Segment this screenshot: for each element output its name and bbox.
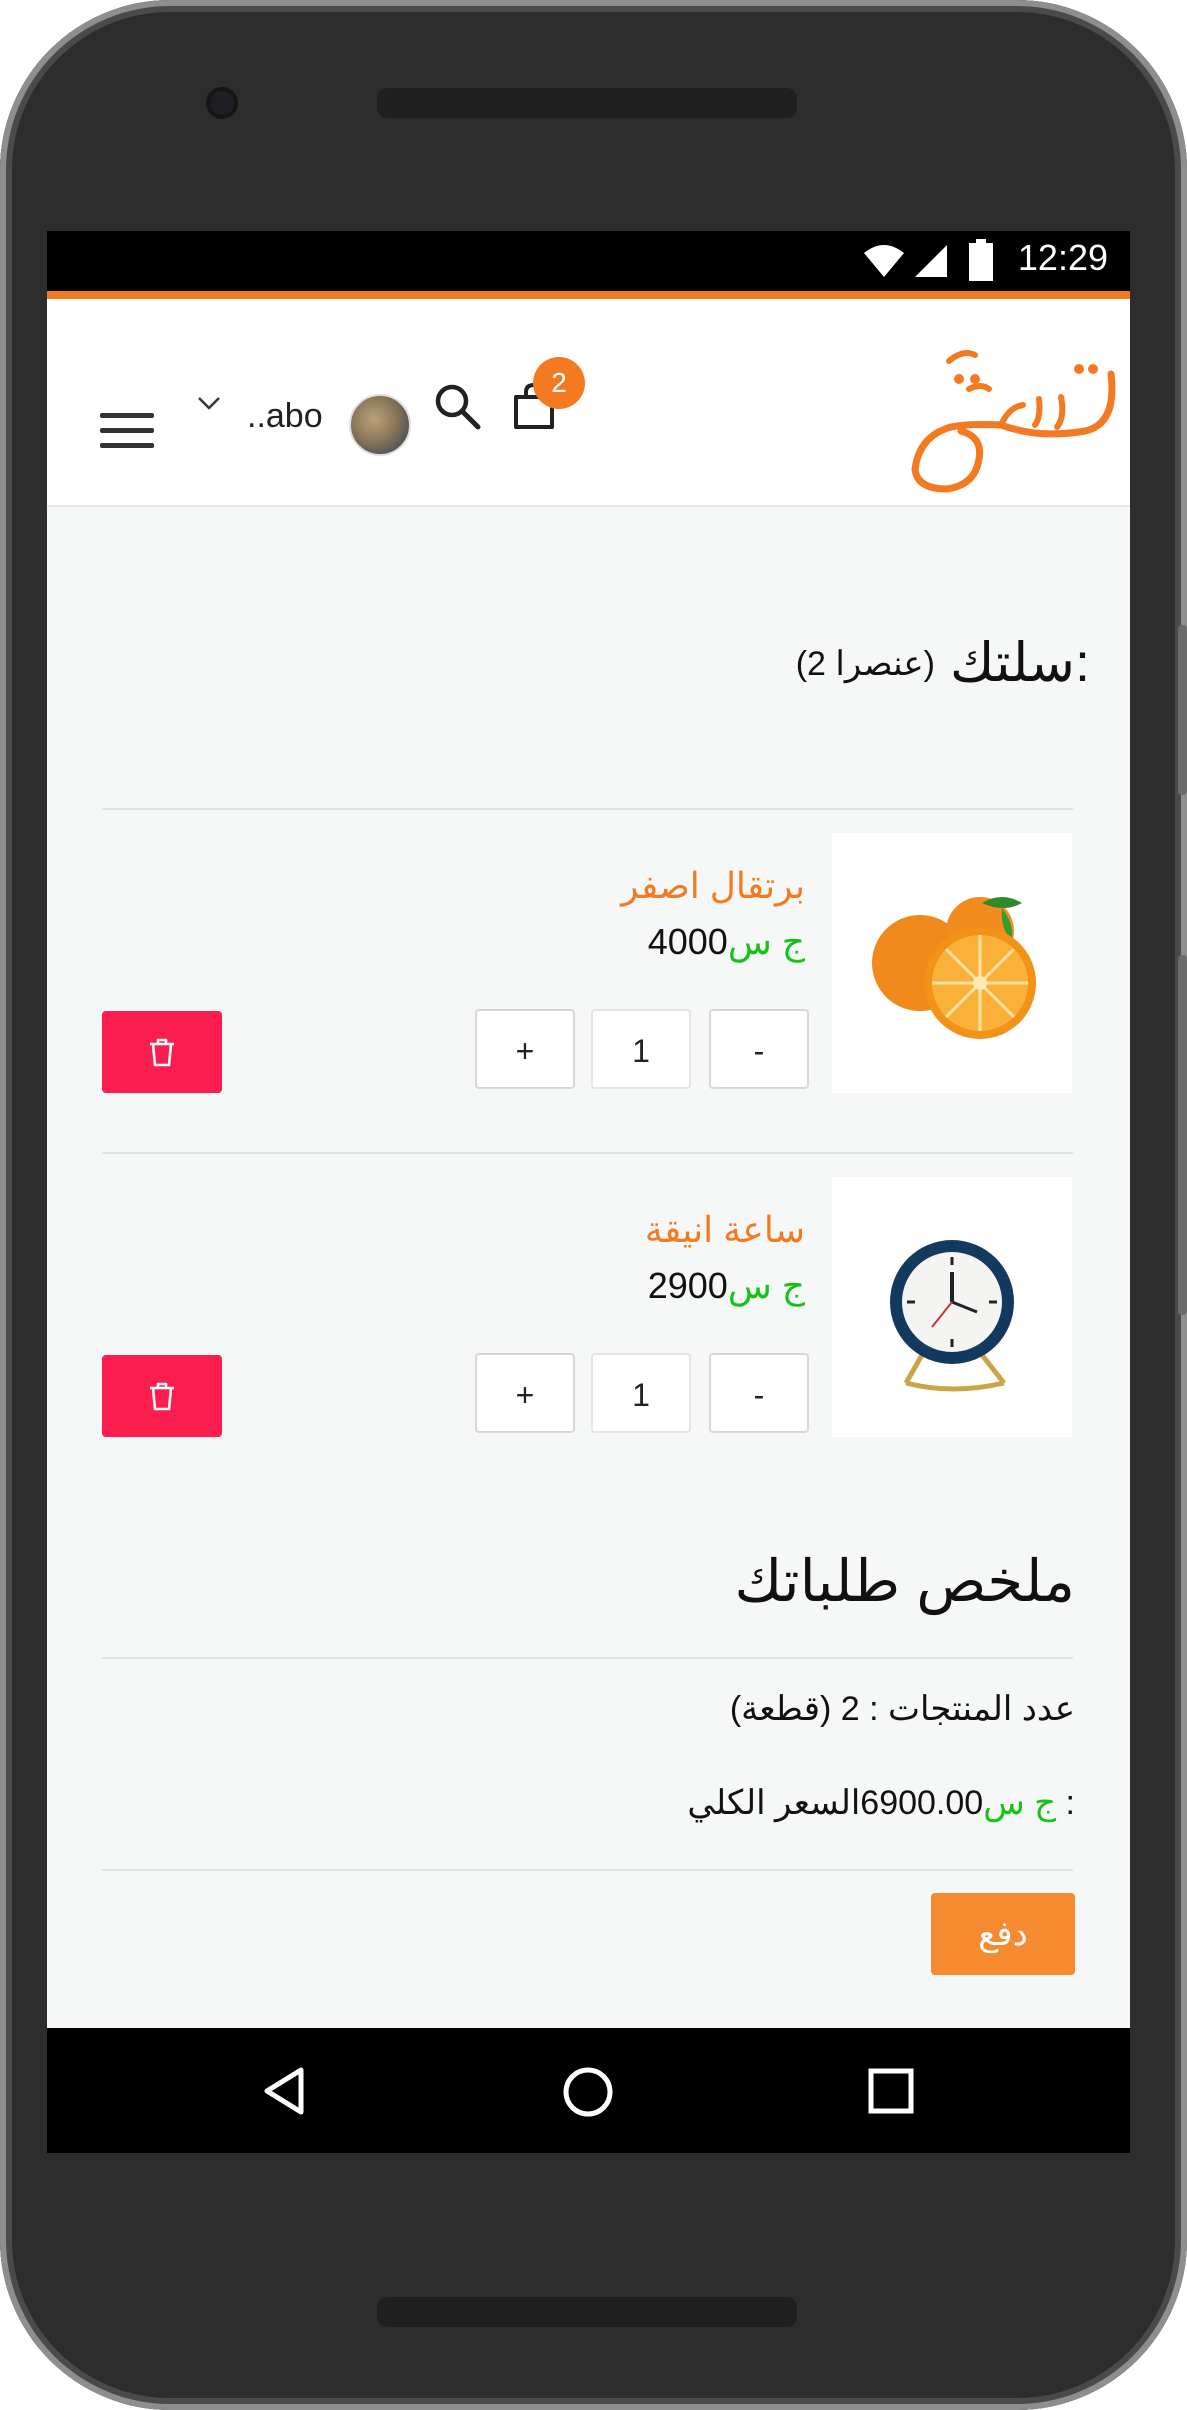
- menu-button[interactable]: [90, 399, 170, 461]
- product-image-oranges[interactable]: [832, 833, 1072, 1093]
- decrease-quantity-button[interactable]: -: [709, 1353, 809, 1433]
- divider: [102, 1152, 1073, 1154]
- screen: 12:29 ..abo 2 سلتك: (2 عنصرا) برتقال اصف…: [47, 231, 1130, 2153]
- trash-icon: [150, 1038, 174, 1067]
- total-currency: ج س: [983, 1784, 1057, 1822]
- android-nav-bar: [47, 2028, 1130, 2153]
- price-value: 4000: [647, 921, 728, 962]
- divider: [102, 1869, 1073, 1871]
- product-price: ج س2900: [648, 1265, 805, 1307]
- decrease-quantity-button[interactable]: -: [709, 1009, 809, 1089]
- username[interactable]: ..abo: [247, 397, 323, 436]
- cart-count: (2 عنصرا): [795, 645, 935, 683]
- header-accent-line: [47, 291, 1130, 299]
- quantity-value[interactable]: 1: [591, 1353, 691, 1433]
- delete-item-button[interactable]: [102, 1355, 222, 1437]
- currency-label: ج س: [727, 1265, 805, 1306]
- power-button: [1178, 625, 1187, 795]
- logo[interactable]: [889, 339, 1119, 499]
- chevron-down-icon[interactable]: [197, 395, 221, 411]
- signal-icon: [915, 245, 947, 277]
- earpiece-speaker: [377, 88, 797, 118]
- product-count-line: عدد المنتجات : 2 (قطعة): [729, 1690, 1075, 1728]
- divider: [102, 808, 1073, 810]
- product-image-clock[interactable]: [832, 1177, 1072, 1437]
- delete-item-button[interactable]: [102, 1011, 222, 1093]
- divider: [102, 1657, 1073, 1659]
- app-header: ..abo 2: [47, 299, 1130, 507]
- total-price-line: ج س6900.00السعر الكلي :: [687, 1783, 1075, 1823]
- wifi-icon: [864, 245, 904, 277]
- product-price: ج س4000: [648, 921, 805, 963]
- avatar[interactable]: [349, 394, 411, 456]
- battery-icon: [969, 239, 993, 281]
- total-value: 6900.00: [860, 1784, 984, 1822]
- cart-badge: 2: [533, 357, 585, 409]
- currency-label: ج س: [727, 921, 805, 962]
- trash-icon: [150, 1382, 174, 1411]
- product-name[interactable]: برتقال اصفر: [621, 865, 805, 907]
- home-icon[interactable]: [562, 2066, 614, 2118]
- search-icon[interactable]: [432, 381, 484, 433]
- front-camera: [206, 87, 238, 119]
- status-bar: 12:29: [47, 231, 1130, 291]
- quantity-value[interactable]: 1: [591, 1009, 691, 1089]
- back-icon[interactable]: [261, 2066, 305, 2116]
- volume-button: [1178, 955, 1187, 1315]
- status-time: 12:29: [1017, 237, 1108, 278]
- price-value: 2900: [647, 1265, 728, 1306]
- cart-title: سلتك:: [950, 633, 1090, 693]
- order-summary-title: ملخص طلباتك: [734, 1549, 1075, 1614]
- increase-quantity-button[interactable]: +: [475, 1009, 575, 1089]
- increase-quantity-button[interactable]: +: [475, 1353, 575, 1433]
- bottom-speaker: [377, 2297, 797, 2327]
- pay-button[interactable]: دفع: [931, 1893, 1075, 1975]
- product-name[interactable]: ساعة انيقة: [645, 1209, 805, 1251]
- recent-apps-icon[interactable]: [868, 2068, 914, 2114]
